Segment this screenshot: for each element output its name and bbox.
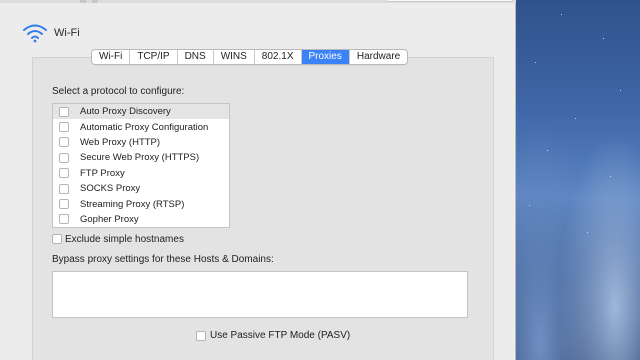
protocol-row-automatic-proxy-configuration[interactable]: Automatic Proxy Configuration bbox=[53, 119, 229, 134]
protocol-row-socks-proxy[interactable]: SOCKS Proxy bbox=[53, 181, 229, 196]
tab-8021x[interactable]: 802.1X bbox=[255, 50, 302, 64]
star bbox=[575, 118, 576, 119]
select-protocol-label: Select a protocol to configure: bbox=[52, 86, 185, 97]
star bbox=[547, 150, 548, 151]
passive-ftp-label: Use Passive FTP Mode (PASV) bbox=[210, 330, 351, 341]
protocol-list: Auto Proxy Discovery Automatic Proxy Con… bbox=[52, 103, 230, 228]
star bbox=[603, 38, 604, 39]
interface-title: Wi-Fi bbox=[54, 27, 80, 39]
desktop-background bbox=[515, 0, 640, 360]
wifi-icon bbox=[23, 24, 47, 43]
protocol-row-secure-web-proxy-https[interactable]: Secure Web Proxy (HTTPS) bbox=[53, 150, 229, 165]
bypass-hosts-textarea[interactable] bbox=[52, 271, 468, 318]
search-field[interactable] bbox=[388, 0, 512, 2]
protocol-label: Secure Web Proxy (HTTPS) bbox=[80, 152, 200, 164]
protocol-checkbox[interactable] bbox=[59, 122, 69, 133]
protocol-label: FTP Proxy bbox=[80, 167, 125, 179]
passive-ftp-checkbox[interactable] bbox=[196, 331, 206, 341]
toolbar-button[interactable] bbox=[92, 0, 98, 3]
protocol-row-streaming-proxy-rtsp[interactable]: Streaming Proxy (RTSP) bbox=[53, 196, 229, 211]
network-preferences-window: Wi-Fi Wi-Fi TCP/IP DNS WINS 802.1X Proxi… bbox=[0, 0, 516, 360]
exclude-simple-hostnames-checkbox[interactable] bbox=[52, 234, 62, 244]
star bbox=[620, 90, 621, 91]
protocol-row-auto-proxy-discovery[interactable]: Auto Proxy Discovery bbox=[53, 104, 229, 120]
star bbox=[529, 205, 530, 206]
exclude-simple-hostnames-label: Exclude simple hostnames bbox=[65, 234, 184, 245]
protocol-label: Automatic Proxy Configuration bbox=[80, 121, 209, 133]
protocol-checkbox[interactable] bbox=[59, 183, 69, 194]
tab-proxies[interactable]: Proxies bbox=[301, 50, 350, 64]
star bbox=[561, 14, 562, 15]
tab-tcpip[interactable]: TCP/IP bbox=[130, 50, 178, 64]
protocol-label: Web Proxy (HTTP) bbox=[80, 136, 161, 148]
protocol-checkbox[interactable] bbox=[59, 199, 69, 210]
protocol-checkbox[interactable] bbox=[59, 137, 69, 148]
bypass-label: Bypass proxy settings for these Hosts & … bbox=[52, 254, 274, 265]
protocol-label: Gopher Proxy bbox=[80, 213, 139, 225]
toolbar-button[interactable] bbox=[80, 0, 86, 3]
star bbox=[610, 176, 611, 177]
protocol-row-ftp-proxy[interactable]: FTP Proxy bbox=[53, 166, 229, 181]
tab-hardware[interactable]: Hardware bbox=[350, 50, 407, 64]
protocol-label: SOCKS Proxy bbox=[80, 183, 141, 195]
tab-bar: Wi-Fi TCP/IP DNS WINS 802.1X Proxies Har… bbox=[91, 49, 409, 65]
tab-wins[interactable]: WINS bbox=[214, 50, 255, 64]
protocol-label: Auto Proxy Discovery bbox=[80, 106, 171, 118]
protocol-row-gopher-proxy[interactable]: Gopher Proxy bbox=[53, 212, 229, 227]
protocol-checkbox[interactable] bbox=[59, 152, 69, 163]
protocol-checkbox[interactable] bbox=[59, 106, 69, 117]
protocol-row-web-proxy-http[interactable]: Web Proxy (HTTP) bbox=[53, 135, 229, 150]
protocol-checkbox[interactable] bbox=[59, 214, 69, 225]
protocol-label: Streaming Proxy (RTSP) bbox=[80, 198, 185, 210]
star bbox=[535, 62, 536, 63]
tab-wifi[interactable]: Wi-Fi bbox=[92, 50, 131, 64]
protocol-checkbox[interactable] bbox=[59, 168, 69, 179]
tab-dns[interactable]: DNS bbox=[178, 50, 214, 64]
star bbox=[587, 232, 588, 233]
